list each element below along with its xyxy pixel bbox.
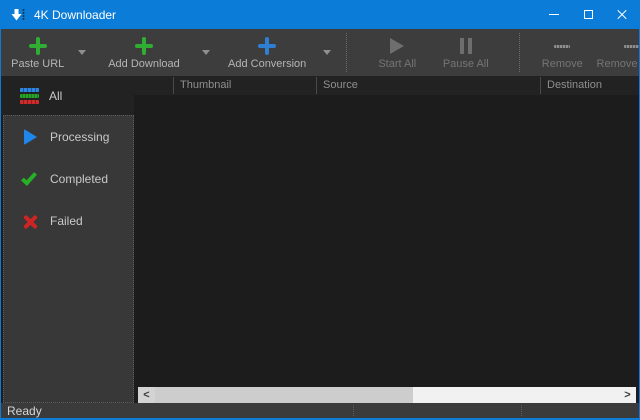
processing-play-icon bbox=[24, 129, 37, 145]
titlebar: 4K Downloader bbox=[1, 0, 639, 29]
sidebar-item-processing[interactable]: Processing bbox=[4, 116, 133, 158]
download-list-empty bbox=[134, 95, 639, 387]
statusbar-divider bbox=[521, 405, 522, 416]
scrollbar-track[interactable] bbox=[413, 387, 619, 403]
horizontal-scrollbar[interactable]: < > bbox=[138, 387, 636, 403]
window-controls bbox=[537, 0, 639, 29]
pause-all-button[interactable]: Pause All bbox=[437, 29, 494, 76]
sidebar-item-completed[interactable]: Completed bbox=[4, 158, 133, 200]
add-download-dropdown-button[interactable] bbox=[192, 29, 220, 76]
play-icon bbox=[390, 38, 404, 54]
sidebar-filter-panel: Processing Completed Failed bbox=[3, 115, 134, 403]
start-all-label: Start All bbox=[378, 58, 416, 70]
pause-all-label: Pause All bbox=[443, 58, 489, 70]
add-conversion-dropdown-button[interactable] bbox=[313, 29, 341, 76]
sidebar-item-failed[interactable]: Failed bbox=[4, 200, 133, 242]
add-conversion-button[interactable]: Add Conversion bbox=[228, 29, 307, 76]
plus-icon bbox=[29, 37, 47, 55]
add-download-button[interactable]: Add Download bbox=[108, 29, 180, 76]
sidebar-item-label: Processing bbox=[50, 130, 109, 144]
minus-icon bbox=[624, 45, 639, 48]
column-header-source[interactable]: Source bbox=[316, 77, 358, 94]
column-header-destination[interactable]: Destination bbox=[540, 77, 602, 94]
minimize-button[interactable] bbox=[537, 0, 571, 29]
all-filters-icon bbox=[20, 88, 39, 104]
toolbar-separator bbox=[346, 33, 347, 72]
minus-icon bbox=[554, 45, 570, 48]
column-headers: Thumbnail Source Destination bbox=[134, 76, 639, 95]
close-button[interactable] bbox=[605, 0, 639, 29]
sidebar-item-all[interactable]: All bbox=[1, 76, 134, 115]
window-title: 4K Downloader bbox=[34, 8, 116, 22]
maximize-button[interactable] bbox=[571, 0, 605, 29]
minimize-icon bbox=[549, 14, 559, 15]
sidebar-item-label: All bbox=[49, 89, 62, 103]
plus-icon bbox=[258, 37, 276, 55]
column-header-thumbnail[interactable]: Thumbnail bbox=[173, 77, 231, 94]
toolbar: Paste URL Add Download Add Conversion St… bbox=[1, 29, 639, 76]
status-message: Ready bbox=[1, 404, 42, 418]
chevron-down-icon bbox=[323, 50, 331, 55]
paste-url-label: Paste URL bbox=[11, 58, 64, 70]
statusbar-divider bbox=[353, 405, 354, 416]
completed-check-icon bbox=[21, 169, 37, 186]
scrollbar-thumb[interactable] bbox=[155, 387, 413, 403]
plus-icon bbox=[135, 37, 153, 55]
remove-2-label: Remove bbox=[597, 58, 638, 70]
download-list-area: Thumbnail Source Destination < > bbox=[134, 76, 639, 403]
body: All Processing Completed Failed bbox=[1, 76, 639, 403]
remove-completed-button[interactable]: Remove bbox=[595, 29, 639, 76]
scroll-right-arrow[interactable]: > bbox=[619, 387, 636, 403]
close-icon bbox=[616, 9, 628, 21]
sidebar-item-label: Failed bbox=[50, 214, 83, 228]
start-all-button[interactable]: Start All bbox=[369, 29, 426, 76]
toolbar-separator bbox=[519, 33, 520, 72]
scroll-left-arrow[interactable]: < bbox=[138, 387, 155, 403]
maximize-icon bbox=[584, 10, 593, 19]
pause-icon bbox=[460, 38, 472, 54]
add-conversion-label: Add Conversion bbox=[228, 58, 306, 70]
app-window: 4K Downloader Paste URL Add Download Add… bbox=[0, 0, 640, 420]
add-download-label: Add Download bbox=[108, 58, 180, 70]
app-logo-download-arrow-icon bbox=[10, 7, 26, 23]
sidebar: All Processing Completed Failed bbox=[1, 76, 134, 403]
failed-x-icon bbox=[23, 214, 38, 229]
remove-label: Remove bbox=[542, 58, 583, 70]
paste-url-button[interactable]: Paste URL bbox=[7, 29, 68, 76]
paste-url-dropdown-button[interactable] bbox=[68, 29, 96, 76]
chevron-down-icon bbox=[202, 50, 210, 55]
chevron-down-icon bbox=[78, 50, 86, 55]
statusbar: Ready bbox=[1, 403, 639, 418]
sidebar-item-label: Completed bbox=[50, 172, 108, 186]
remove-button[interactable]: Remove bbox=[536, 29, 590, 76]
